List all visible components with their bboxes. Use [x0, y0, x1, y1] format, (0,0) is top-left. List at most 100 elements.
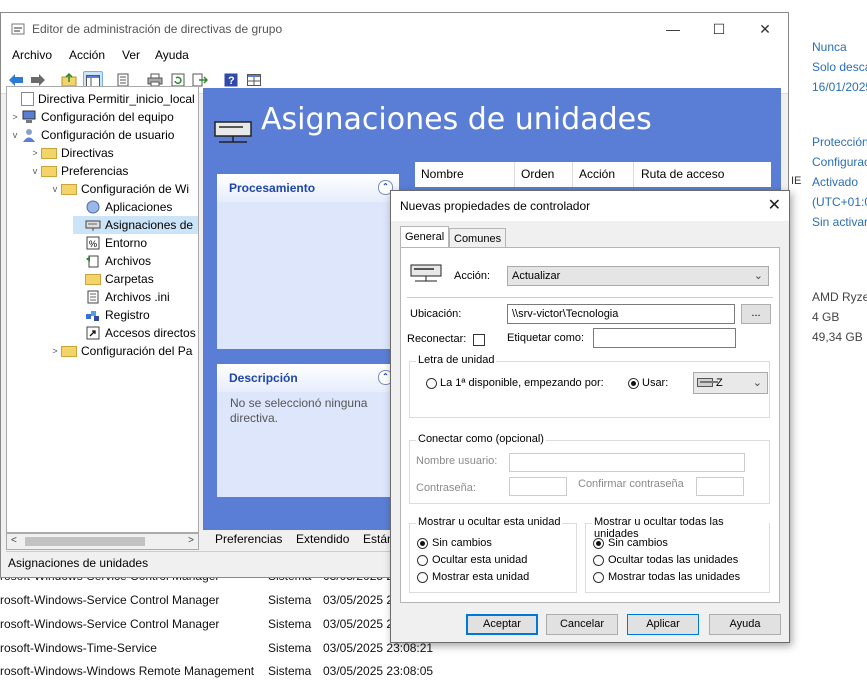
menu-accion[interactable]: Acción: [69, 48, 105, 62]
column-header-nombre[interactable]: Nombre: [421, 167, 464, 181]
scroll-right-icon[interactable]: >: [188, 535, 194, 546]
files-icon: [85, 254, 101, 268]
tree-label: Directivas: [61, 146, 114, 160]
folder-icon: [61, 184, 77, 195]
drive-properties-dialog: Nuevas propiedades de controlador ✕ Gene…: [390, 190, 790, 643]
chevron-down-icon[interactable]: v: [9, 130, 21, 140]
username-label: Nombre usuario:: [416, 455, 498, 467]
bg-value: Configurac: [812, 155, 867, 169]
chevron-right-icon[interactable]: >: [29, 148, 41, 158]
pane-title: Asignaciones de unidades: [261, 102, 652, 137]
description-text: No se seleccionó ninguna directiva.: [230, 396, 368, 425]
tree-label: Archivos: [105, 254, 152, 268]
tree-node-config-panel[interactable]: > Configuración del Pa: [49, 342, 192, 360]
tab-extendido[interactable]: Extendido: [296, 532, 349, 546]
registry-icon: [85, 308, 101, 322]
tree-node-equipo[interactable]: > Configuración del equipo: [9, 108, 173, 126]
tree-item-ini[interactable]: Archivos .ini: [73, 288, 170, 306]
column-header-ruta[interactable]: Ruta de acceso: [641, 167, 724, 181]
tree-node-directivas[interactable]: > Directivas: [29, 144, 114, 162]
bg-value: Protección: [812, 135, 867, 149]
etiquetar-input[interactable]: [593, 328, 736, 348]
bg-value: Activado: [812, 175, 859, 189]
chevron-right-icon[interactable]: >: [9, 112, 21, 122]
first-available-radio[interactable]: [426, 378, 437, 389]
description-card-header[interactable]: Descripción ⌃: [217, 364, 399, 392]
tree-node-usuario[interactable]: v Configuración de usuario: [9, 126, 174, 144]
tab-preferencias[interactable]: Preferencias: [215, 532, 282, 546]
scroll-left-icon[interactable]: <: [11, 535, 17, 546]
tree-item-carpetas[interactable]: Carpetas: [73, 270, 154, 288]
tree-label: Configuración del Pa: [81, 344, 193, 358]
minimize-button[interactable]: —: [650, 13, 696, 45]
drive-letter-select[interactable]: Z ⌄: [693, 372, 768, 394]
help-button[interactable]: Ayuda: [709, 614, 781, 635]
password-input[interactable]: [509, 477, 567, 496]
drive-no-change-radio[interactable]: [417, 538, 428, 549]
ok-button[interactable]: Aceptar: [466, 614, 538, 635]
tree-label: Asignaciones de: [105, 218, 194, 232]
view-icon[interactable]: [245, 71, 263, 89]
tree-item-archivos[interactable]: Archivos: [73, 252, 151, 270]
password-label: Contraseña:: [416, 482, 476, 494]
all-no-change-label: Sin cambios: [608, 537, 668, 549]
column-header-accion[interactable]: Acción: [579, 167, 615, 181]
svg-text:%: %: [89, 239, 97, 249]
tree-horizontal-scrollbar[interactable]: < >: [6, 533, 199, 550]
accion-select[interactable]: Actualizar ⌄: [507, 266, 769, 286]
tree-item-registro[interactable]: Registro: [73, 306, 150, 324]
hide-all-radio[interactable]: [593, 555, 604, 566]
reconectar-checkbox[interactable]: [473, 334, 485, 346]
help-icon[interactable]: ?: [222, 71, 240, 89]
processing-card-header[interactable]: Procesamiento ⌃: [217, 174, 399, 202]
tree-node-root[interactable]: Directiva Permitir_inicio_local [\: [9, 90, 198, 108]
drive-letter-group-label: Letra de unidad: [416, 354, 497, 366]
column-header-orden[interactable]: Orden: [521, 167, 554, 181]
show-all-radio[interactable]: [593, 572, 604, 583]
confirm-password-input[interactable]: [696, 477, 744, 496]
tab-comunes[interactable]: Comunes: [449, 228, 507, 248]
cancel-button[interactable]: Cancelar: [546, 614, 618, 635]
ubicacion-label: Ubicación:: [410, 308, 462, 320]
tree-node-config-windows[interactable]: v Configuración de Wi: [49, 180, 189, 198]
tree-view[interactable]: Directiva Permitir_inicio_local [\ > Conf…: [6, 86, 199, 533]
applications-icon: [85, 200, 101, 214]
ubicacion-input[interactable]: \\srv-victor\Tecnologia: [507, 304, 735, 324]
tree-item-accesos[interactable]: Accesos directos: [73, 324, 196, 342]
maximize-button[interactable]: ☐: [696, 13, 742, 45]
apply-button[interactable]: Aplicar: [627, 614, 699, 635]
close-button[interactable]: ✕: [742, 13, 788, 45]
menu-ayuda[interactable]: Ayuda: [155, 48, 189, 62]
tree-item-asignaciones[interactable]: Asignaciones de: [73, 216, 198, 234]
tree-item-entorno[interactable]: % Entorno: [73, 234, 147, 252]
dialog-tabs: General Comunes: [400, 226, 780, 248]
chevron-down-icon[interactable]: v: [29, 166, 41, 176]
event-date: 03/05/2025 2: [323, 593, 394, 607]
event-source: rosoft-Windows-Service Control Manager: [0, 593, 220, 607]
tree-node-preferencias[interactable]: v Preferencias: [29, 162, 129, 180]
menu-archivo[interactable]: Archivo: [12, 48, 52, 62]
menu-ver[interactable]: Ver: [122, 48, 140, 62]
bg-value: Solo descar: [812, 60, 867, 74]
all-no-change-radio[interactable]: [593, 538, 604, 549]
drive-map-icon: [85, 218, 101, 232]
browse-button[interactable]: ...: [741, 304, 771, 324]
use-letter-radio[interactable]: [628, 378, 639, 389]
tree-label: Aplicaciones: [105, 200, 173, 214]
hide-drive-radio[interactable]: [417, 555, 428, 566]
scroll-thumb[interactable]: [25, 537, 145, 546]
hide-drive-label: Ocultar esta unidad: [432, 554, 528, 566]
tree-label: Accesos directos: [105, 326, 196, 340]
tab-general[interactable]: General: [400, 226, 450, 247]
tree-item-aplicaciones[interactable]: Aplicaciones: [73, 198, 172, 216]
description-title: Descripción: [229, 371, 298, 385]
show-drive-radio[interactable]: [417, 572, 428, 583]
dialog-title: Nuevas propiedades de controlador: [400, 199, 591, 213]
environment-icon: %: [85, 236, 101, 250]
title-bar: Editor de administración de directivas d…: [1, 13, 788, 45]
chevron-down-icon[interactable]: v: [49, 184, 61, 194]
bg-value: Nunca: [812, 40, 847, 54]
username-input[interactable]: [509, 453, 745, 472]
chevron-right-icon[interactable]: >: [49, 346, 61, 356]
dialog-close-button[interactable]: ✕: [768, 195, 781, 215]
